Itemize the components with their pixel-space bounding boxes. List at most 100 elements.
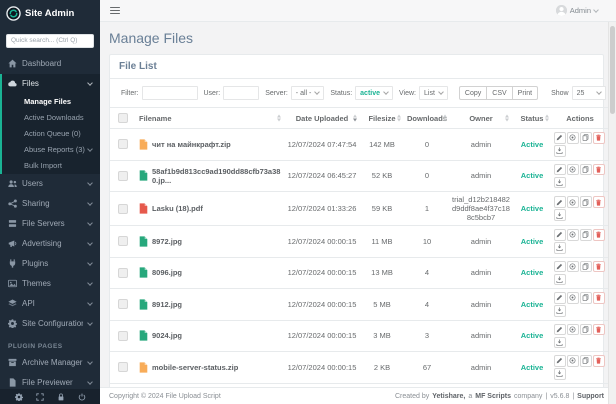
owner-link[interactable]: trial_d12b218482d9ddf8ae4f37c188c5bcb7 [452,195,510,222]
status-select[interactable]: active [355,86,394,100]
column-header-downloads[interactable]: Downloads [404,107,450,129]
sidebar-item-archive-manager[interactable]: Archive Manager [0,353,100,373]
sidebar-subitem-active-downloads[interactable]: Active Downloads [2,110,100,126]
user-filter-input[interactable] [223,86,260,100]
owner-link[interactable]: admin [471,237,491,246]
file-info-button[interactable] [580,163,592,175]
sidebar-item-advertising[interactable]: Advertising [0,234,100,254]
delete-button[interactable] [593,260,605,272]
owner-link[interactable]: admin [471,331,491,340]
file-link[interactable]: 8912.jpg [152,300,182,309]
owner-link[interactable]: admin [471,363,491,372]
delete-button[interactable] [593,323,605,335]
yetishare-link[interactable]: Yetishare, [432,393,465,400]
file-info-button[interactable] [580,229,592,241]
download-button[interactable] [554,305,566,317]
row-checkbox[interactable] [118,170,128,181]
scrollbar-thumb[interactable] [610,26,615,114]
column-header-status[interactable]: Status [512,107,552,129]
copy-url-button[interactable] [567,260,579,272]
sidebar-item-api[interactable]: API [0,294,100,314]
file-link[interactable]: mobile-server-status.zip [152,363,238,372]
file-link[interactable]: 8972.jpg [152,237,182,246]
print-button[interactable]: Print [512,86,539,100]
sidebar-item-sharing[interactable]: Sharing [0,194,100,214]
file-link[interactable]: Lasku (18).pdf [152,204,203,213]
file-link[interactable]: 9024.jpg [152,331,182,340]
user-menu[interactable]: Admin [555,5,608,16]
row-checkbox[interactable] [118,330,128,341]
sidebar-item-files[interactable]: Files [2,74,100,94]
edit-button[interactable] [554,323,566,335]
sidebar-item-themes[interactable]: Themes [0,274,100,294]
download-button[interactable] [554,273,566,285]
server-select[interactable]: - all - [290,86,325,100]
row-checkbox[interactable] [118,203,128,214]
file-link[interactable]: чит на майнкрафт.zip [152,140,231,149]
file-info-button[interactable] [580,260,592,272]
delete-button[interactable] [593,355,605,367]
file-info-button[interactable] [580,323,592,335]
edit-button[interactable] [554,229,566,241]
quick-search-input[interactable] [6,33,94,48]
download-button[interactable] [554,145,566,157]
sidebar-subitem-action-queue[interactable]: Action Queue (0) [2,126,100,142]
select-all-checkbox[interactable] [118,113,128,123]
edit-button[interactable] [554,260,566,272]
sort-icon[interactable] [397,114,401,122]
brand[interactable]: Site Admin [0,0,100,26]
copy-url-button[interactable] [567,323,579,335]
download-button[interactable] [554,209,566,221]
column-header-owner[interactable]: Owner [450,107,512,129]
column-header-date-uploaded[interactable]: Date Uploaded [284,107,360,129]
copy-url-button[interactable] [567,132,579,144]
sort-icon[interactable] [277,114,281,122]
file-info-button[interactable] [580,132,592,144]
sidebar-subitem-bulk-import[interactable]: Bulk Import [2,158,100,174]
copy-url-button[interactable] [567,163,579,175]
edit-button[interactable] [554,196,566,208]
row-checkbox[interactable] [118,299,128,310]
sort-icon[interactable] [443,114,447,122]
copy-url-button[interactable] [567,292,579,304]
download-button[interactable] [554,242,566,254]
sidebar-item-dashboard[interactable]: Dashboard [0,54,100,74]
filter-input[interactable] [141,86,198,100]
owner-link[interactable]: admin [471,171,491,180]
copy-button[interactable]: Copy [458,86,488,100]
file-link[interactable]: 58af1b9d813cc9ad190dd88cfb73a380.jp... [152,167,282,185]
row-checkbox[interactable] [118,362,128,373]
menu-toggle-button[interactable] [107,4,123,18]
row-checkbox[interactable] [118,139,128,150]
csv-button[interactable]: CSV [487,86,513,100]
owner-link[interactable]: admin [471,300,491,309]
download-button[interactable] [554,176,566,188]
power-button[interactable] [78,393,86,401]
copy-url-button[interactable] [567,355,579,367]
expand-button[interactable] [35,392,44,401]
copy-url-button[interactable] [567,229,579,241]
delete-button[interactable] [593,292,605,304]
edit-button[interactable] [554,163,566,175]
delete-button[interactable] [593,229,605,241]
edit-button[interactable] [554,132,566,144]
mfscripts-link[interactable]: MF Scripts [475,393,511,400]
row-checkbox[interactable] [118,236,128,247]
sort-icon[interactable] [505,114,509,122]
show-select[interactable]: 25 [571,86,606,100]
view-select[interactable]: List [419,86,448,100]
sidebar-item-file-previewer[interactable]: File Previewer [0,373,100,390]
download-button[interactable] [554,368,566,380]
sidebar-subitem-abuse-reports[interactable]: Abuse Reports (3) [2,142,100,158]
sidebar-item-file-servers[interactable]: File Servers [0,214,100,234]
gear-button[interactable] [14,392,23,401]
file-info-button[interactable] [580,196,592,208]
copy-url-button[interactable] [567,196,579,208]
support-link[interactable]: Support [577,393,604,400]
owner-link[interactable]: admin [471,268,491,277]
owner-link[interactable]: admin [471,140,491,149]
file-info-button[interactable] [580,292,592,304]
column-header-filename[interactable]: Filename [136,107,284,129]
download-button[interactable] [554,336,566,348]
column-header-filesize[interactable]: Filesize [360,107,404,129]
